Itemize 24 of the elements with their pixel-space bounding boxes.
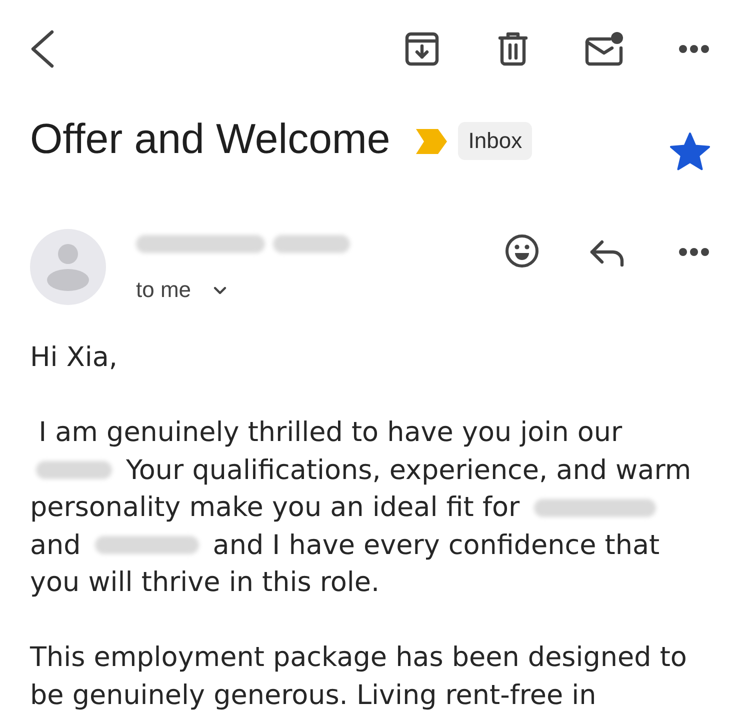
- chevron-down-icon[interactable]: [213, 286, 228, 294]
- archive-icon[interactable]: [405, 32, 439, 66]
- star-icon[interactable]: [670, 132, 710, 171]
- reply-icon[interactable]: [589, 239, 625, 267]
- body-text: and I have every confidence that: [212, 528, 660, 562]
- emoji-icon[interactable]: [505, 234, 539, 268]
- body-text: be genuinely generous. Living rent-free in: [30, 678, 596, 712]
- unread-mail-icon[interactable]: [584, 31, 624, 67]
- back-icon[interactable]: [29, 29, 55, 69]
- body-text: Hi Xia,: [30, 341, 118, 375]
- body-text: personality make you an ideal fit for: [30, 491, 520, 525]
- trash-icon[interactable]: [498, 32, 528, 66]
- importance-marker-icon[interactable]: [416, 129, 448, 154]
- body-text: and: [30, 528, 81, 562]
- body-text: you will thrive in this role.: [30, 566, 380, 600]
- email-subject: Offer and Welcome: [30, 118, 390, 160]
- body-text: This employment package has been designed to: [30, 641, 687, 675]
- more-icon[interactable]: [679, 45, 709, 53]
- body-text: I am genuinely thrilled to have you join our: [38, 416, 622, 450]
- body-text: Your qualifications, experience, and warm: [126, 454, 692, 488]
- recipients-text: to me: [136, 279, 192, 301]
- more-icon[interactable]: [679, 248, 709, 256]
- label-chip: Inbox: [458, 122, 532, 160]
- avatar-icon: [30, 229, 106, 305]
